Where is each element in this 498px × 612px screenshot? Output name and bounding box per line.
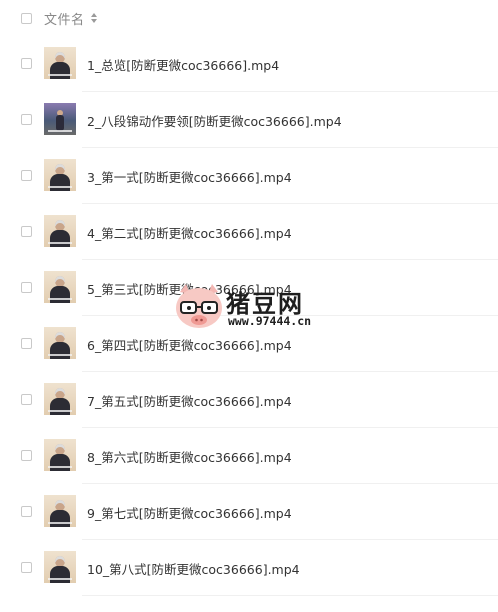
file-name-link[interactable]: 4_第二式[防断更微coc36666].mp4: [87, 223, 292, 242]
row-checkbox[interactable]: [21, 394, 32, 405]
file-row[interactable]: 8_第六式[防断更微coc36666].mp4: [0, 428, 498, 484]
video-thumbnail[interactable]: [44, 495, 76, 527]
select-all-checkbox[interactable]: [21, 13, 32, 24]
thumbnail-body: [50, 286, 70, 303]
file-row[interactable]: 2_八段锦动作要领[防断更微coc36666].mp4: [0, 92, 498, 148]
file-name-link[interactable]: 9_第七式[防断更微coc36666].mp4: [87, 503, 292, 522]
thumbnail-caption: [48, 578, 72, 580]
file-name-link[interactable]: 2_八段锦动作要领[防断更微coc36666].mp4: [87, 111, 342, 130]
thumbnail-caption: [48, 466, 72, 468]
thumbnail-caption: [48, 410, 72, 412]
video-thumbnail[interactable]: [44, 439, 76, 471]
row-divider: [82, 595, 498, 596]
list-header: 文件名: [0, 0, 498, 36]
column-header-filename[interactable]: 文件名: [44, 9, 85, 28]
thumbnail-body: [50, 398, 70, 415]
file-name-link[interactable]: 8_第六式[防断更微coc36666].mp4: [87, 447, 292, 466]
thumbnail-body: [50, 566, 70, 583]
video-thumbnail[interactable]: [44, 271, 76, 303]
thumbnail-body: [50, 342, 70, 359]
file-name-link[interactable]: 7_第五式[防断更微coc36666].mp4: [87, 391, 292, 410]
row-checkbox[interactable]: [21, 226, 32, 237]
thumbnail-body: [50, 174, 70, 191]
watermark: 猪豆网 www.97444.cn: [172, 282, 332, 338]
thumbnail-body: [50, 62, 70, 79]
file-row[interactable]: 3_第一式[防断更微coc36666].mp4: [0, 148, 498, 204]
file-row[interactable]: 7_第五式[防断更微coc36666].mp4: [0, 372, 498, 428]
file-row[interactable]: 9_第七式[防断更微coc36666].mp4: [0, 484, 498, 540]
thumbnail-caption: [48, 186, 72, 188]
file-name-link[interactable]: 10_第八式[防断更微coc36666].mp4: [87, 559, 300, 578]
video-thumbnail[interactable]: [44, 103, 76, 135]
video-thumbnail[interactable]: [44, 383, 76, 415]
video-thumbnail[interactable]: [44, 327, 76, 359]
row-checkbox[interactable]: [21, 506, 32, 517]
row-checkbox[interactable]: [21, 450, 32, 461]
row-checkbox[interactable]: [21, 170, 32, 181]
thumbnail-caption: [48, 354, 72, 356]
file-row[interactable]: 10_第八式[防断更微coc36666].mp4: [0, 540, 498, 596]
thumbnail-caption: [48, 298, 72, 300]
thumbnail-body: [50, 230, 70, 247]
thumbnail-caption: [48, 74, 72, 76]
file-name-link[interactable]: 3_第一式[防断更微coc36666].mp4: [87, 167, 292, 186]
thumbnail-caption: [48, 130, 72, 132]
row-checkbox[interactable]: [21, 282, 32, 293]
video-thumbnail[interactable]: [44, 551, 76, 583]
thumbnail-caption: [48, 242, 72, 244]
row-checkbox[interactable]: [21, 562, 32, 573]
video-thumbnail[interactable]: [44, 159, 76, 191]
thumbnail-body: [56, 115, 64, 131]
sort-icon[interactable]: [90, 12, 98, 24]
thumbnail-caption: [48, 522, 72, 524]
file-row[interactable]: 1_总览[防断更微coc36666].mp4: [0, 36, 498, 92]
thumbnail-body: [50, 454, 70, 471]
thumbnail-body: [50, 510, 70, 527]
file-row[interactable]: 4_第二式[防断更微coc36666].mp4: [0, 204, 498, 260]
row-checkbox[interactable]: [21, 114, 32, 125]
row-checkbox[interactable]: [21, 58, 32, 69]
file-list-page: 文件名 1_总览[防断更微coc36666].mp4 2_八段锦动作要领[防断更微…: [0, 0, 498, 612]
file-name-link[interactable]: 1_总览[防断更微coc36666].mp4: [87, 55, 279, 74]
pig-logo-icon: [176, 284, 222, 328]
row-checkbox[interactable]: [21, 338, 32, 349]
video-thumbnail[interactable]: [44, 47, 76, 79]
video-thumbnail[interactable]: [44, 215, 76, 247]
watermark-url: www.97444.cn: [228, 314, 312, 328]
